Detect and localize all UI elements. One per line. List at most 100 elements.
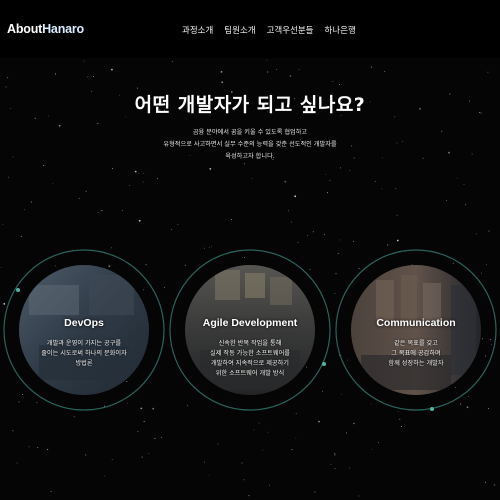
- star: [55, 73, 56, 75]
- star: [291, 448, 293, 450]
- star: [221, 81, 224, 84]
- hero-description-line: 유형적으로 사고하면서 실무 수준의 능력을 갖춘 선도적인 개발자를: [163, 141, 337, 148]
- star: [47, 449, 49, 451]
- star: [480, 272, 482, 274]
- star: [208, 474, 210, 476]
- star: [276, 69, 278, 70]
- orbit-rings: [3, 249, 497, 411]
- star: [345, 432, 347, 434]
- star: [422, 157, 424, 159]
- star: [20, 235, 22, 237]
- star: [112, 167, 113, 169]
- star: [339, 167, 341, 169]
- star: [306, 235, 308, 237]
- star: [137, 431, 139, 432]
- star: [334, 454, 336, 456]
- star: [460, 403, 462, 405]
- star: [485, 355, 487, 357]
- nav-item-course[interactable]: 과정소개: [182, 24, 213, 36]
- star: [157, 178, 159, 180]
- star: [448, 151, 450, 154]
- card-line: 신속한 반복 작업을 통해: [218, 340, 282, 347]
- star: [324, 233, 325, 235]
- star: [211, 246, 212, 248]
- star: [267, 431, 269, 433]
- star: [471, 153, 473, 155]
- hero-title: 어떤 개발자가 되고 싶나요?: [134, 94, 366, 116]
- nav-item-team[interactable]: 팀원소개: [224, 24, 255, 36]
- card-agile[interactable]: Agile Development 신속한 반복 작업을 통해 실제 작동 가능…: [185, 265, 315, 395]
- star: [330, 463, 332, 465]
- star: [121, 209, 123, 211]
- brand-logo[interactable]: AboutHanaro: [7, 22, 84, 36]
- star: [209, 168, 212, 170]
- star: [374, 180, 376, 182]
- card-description: 개발과 운영이 가지는 공구를 줄이는 시도로써 하나의 문화이자 방법론: [27, 339, 141, 369]
- star: [86, 76, 88, 78]
- nav-item-hanabank[interactable]: 하나은행: [324, 24, 355, 36]
- card-line: 방법론: [75, 360, 93, 367]
- star: [148, 452, 150, 454]
- star: [134, 170, 137, 173]
- star: [404, 250, 406, 252]
- star: [110, 247, 112, 249]
- star: [335, 273, 337, 275]
- star: [481, 338, 483, 340]
- star: [401, 426, 402, 427]
- star: [12, 156, 14, 158]
- star: [289, 75, 292, 77]
- nav-item-customer[interactable]: 고객우선분들: [267, 24, 314, 36]
- star: [484, 481, 486, 483]
- card-devops[interactable]: DevOps 개발과 운영이 가지는 공구를 줄이는 시도로써 하나의 문화이자…: [19, 265, 149, 395]
- star: [217, 443, 219, 445]
- star: [243, 479, 245, 481]
- card-overlay: [19, 265, 149, 395]
- star: [97, 211, 99, 213]
- star: [204, 247, 205, 249]
- star: [143, 172, 145, 174]
- star: [396, 239, 399, 242]
- star: [370, 66, 372, 68]
- star: [465, 204, 467, 206]
- card-line: 그 목표에 공감하며: [391, 350, 441, 357]
- card-line: 위한 소프트웨어 개발 방식: [215, 370, 285, 377]
- star: [288, 210, 289, 212]
- star: [97, 122, 99, 124]
- star: [348, 467, 350, 469]
- star: [243, 163, 245, 165]
- star: [384, 71, 386, 72]
- star: [295, 437, 297, 439]
- star: [466, 406, 469, 409]
- star: [382, 157, 383, 159]
- star: [329, 179, 331, 181]
- card-line: 함께 성장하는 개발자: [388, 360, 444, 367]
- star: [141, 456, 143, 458]
- card-title: DevOps: [64, 317, 104, 329]
- star: [269, 484, 270, 486]
- star: [334, 453, 336, 455]
- star: [241, 462, 243, 464]
- star: [92, 76, 94, 77]
- star: [353, 240, 354, 242]
- star: [36, 402, 38, 403]
- star: [78, 198, 80, 199]
- star: [111, 68, 113, 71]
- card-communication[interactable]: Communication 같은 목표를 갖고 그 목표에 공감하며 함께 성장…: [351, 265, 481, 395]
- star: [204, 461, 205, 463]
- star: [50, 491, 52, 492]
- card-line: 줄이는 시도로써 하나의 문화이자: [41, 350, 127, 357]
- star: [452, 262, 454, 264]
- star: [7, 77, 9, 79]
- card-description: 같은 목표를 갖고 그 목표에 공감하며 함께 성장하는 개발자: [359, 339, 473, 369]
- star: [170, 229, 172, 231]
- star: [318, 420, 320, 423]
- star: [104, 405, 105, 407]
- star: [248, 495, 250, 497]
- star: [3, 303, 6, 305]
- star: [111, 459, 113, 461]
- star: [381, 188, 383, 190]
- star: [297, 242, 299, 244]
- star: [73, 416, 75, 418]
- star: [128, 184, 130, 186]
- star: [2, 224, 4, 225]
